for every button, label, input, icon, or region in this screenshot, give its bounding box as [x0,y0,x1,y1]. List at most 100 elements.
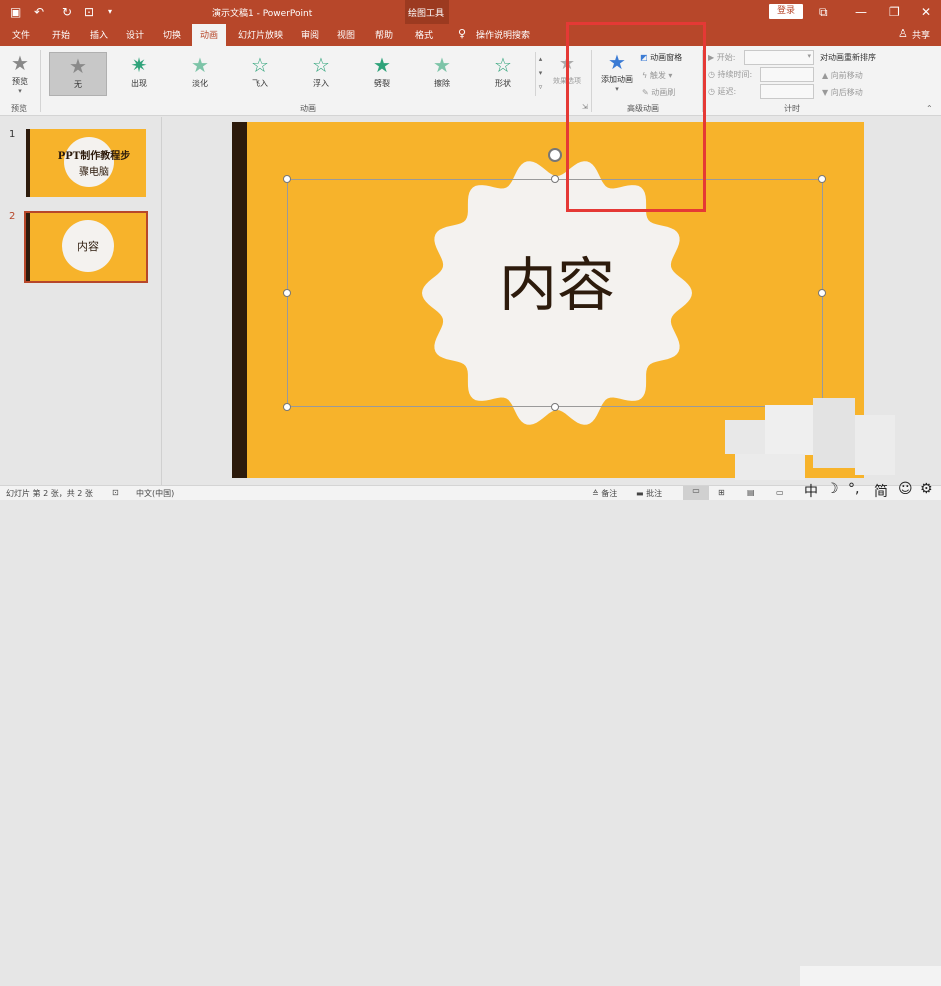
star-icon: ✷ [130,53,148,77]
gallery-scroll[interactable]: ▴ ▾ ▿ [535,52,545,96]
mosaic-block [813,398,855,468]
resize-handle[interactable] [818,289,826,297]
tab-help[interactable]: 帮助 [375,28,393,41]
selection-box [287,179,823,407]
rotate-handle-icon[interactable] [548,148,562,162]
close-icon[interactable]: ✕ [921,5,931,19]
animation-appear[interactable]: ✷ 出现 [110,52,168,96]
thumbnail-number: 2 [9,211,16,222]
language-indicator[interactable]: 中文(中国) [136,488,174,499]
group-label-timing: 计时 [784,104,800,113]
contextual-tab-group-label: 绘图工具 [408,9,445,19]
down-arrow-icon: ▼ [822,88,831,97]
ribbon-display-options-icon[interactable]: ⧉ [819,5,828,20]
animation-wipe[interactable]: ★ 擦除 [413,52,471,96]
star-icon: ★ [373,53,391,77]
tab-design[interactable]: 设计 [126,28,144,41]
star-icon: ☆ [312,53,330,77]
resize-handle[interactable] [551,175,559,183]
tab-transitions[interactable]: 切换 [163,28,181,41]
move-earlier-button[interactable]: ▲ 向前移动 [822,70,863,81]
delay-field[interactable] [760,84,814,99]
settings-gear-icon[interactable]: ⚙ [920,481,933,497]
undo-icon[interactable]: ↶ [34,5,44,19]
notes-button[interactable]: ≙ 备注 [592,488,617,499]
preview-button[interactable]: ★ 预览 ▾ [4,50,36,96]
collapse-ribbon-icon[interactable]: ⌃ [926,104,933,113]
moon-icon[interactable]: ☽ [826,481,839,497]
resize-handle[interactable] [818,175,826,183]
tab-home[interactable]: 开始 [52,28,70,41]
animation-label: 擦除 [434,79,450,88]
punctuation-icon[interactable]: °, [848,481,859,497]
group-label-animations: 动画 [300,104,316,113]
thumbnail-number: 1 [9,129,16,140]
animation-fade[interactable]: ★ 淡化 [171,52,229,96]
minimize-icon[interactable]: — [855,5,867,19]
preview-star-icon: ★ [11,51,29,75]
login-button[interactable]: 登录 [769,4,803,19]
start-select[interactable]: ▾ [744,50,814,65]
duration-field[interactable] [760,67,814,82]
animation-label: 浮入 [313,79,329,88]
up-arrow-icon: ▲ [822,71,831,80]
redo-icon[interactable]: ↻ [62,5,72,19]
tab-file[interactable]: 文件 [12,28,30,41]
animation-none[interactable]: ★ 无 [49,52,107,96]
resize-handle[interactable] [283,175,291,183]
tell-me-search[interactable]: 操作说明搜索 [476,28,530,41]
move-later-button[interactable]: ▼ 向后移动 [822,87,863,98]
normal-view-icon[interactable]: ▭ [683,486,709,500]
title-bar: ▣ ↶ ↻ ⊡ ▾ 演示文稿1 - PowerPoint 绘图工具 登录 ⧉ —… [0,0,941,46]
restore-icon[interactable]: ❐ [889,5,900,19]
star-icon: ★ [191,53,209,77]
chevron-down-icon[interactable]: ▾ [807,52,811,60]
tab-slide-show[interactable]: 幻灯片放映 [238,28,283,41]
animation-fly-in[interactable]: ☆ 飞入 [231,52,289,96]
customize-quick-access-icon[interactable]: ▾ [108,7,112,16]
slideshow-icon[interactable]: ▭ [776,488,784,497]
reading-view-icon[interactable]: ▤ [747,488,755,497]
comments-label: 批注 [646,489,663,498]
ribbon-tabs: 文件 开始 插入 设计 切换 动画 幻灯片放映 审阅 视图 帮助 格式 ♀ 操作… [0,24,941,46]
slide-thumbnail-1[interactable]: PPT制作教程步 骤电脑 [26,129,146,197]
animation-float-in[interactable]: ☆ 浮入 [292,52,350,96]
start-from-beginning-icon[interactable]: ⊡ [84,5,94,19]
chevron-up-icon[interactable]: ▴ [536,52,545,66]
share-button[interactable]: 共享 [912,28,930,41]
resize-handle[interactable] [283,403,291,411]
animation-split[interactable]: ★ 劈裂 [353,52,411,96]
ime-mode-chinese[interactable]: 中 [804,481,818,501]
thumbnail-title-line2: 骤电脑 [79,167,109,178]
thumbnail-text: 内容 [77,240,99,253]
slide-thumbnail-2[interactable]: 内容 [24,211,148,283]
tab-insert[interactable]: 插入 [90,28,108,41]
resize-handle[interactable] [551,403,559,411]
status-bar: 幻灯片 第 2 张，共 2 张 ⊡ 中文(中国) ≙ 备注 ▬ 批注 ▭ ⊞ ▤… [0,481,941,986]
chevron-down-icon[interactable]: ▾ [536,66,545,80]
tab-review[interactable]: 审阅 [301,28,319,41]
tab-format[interactable]: 格式 [415,28,433,41]
move-earlier-label: 向前移动 [830,71,863,80]
reorder-label: 对动画重新排序 [820,53,876,62]
ime-toolbar [800,966,941,986]
thumbnail-title-line1: PPT制作教程步 [57,151,131,162]
tab-animations[interactable]: 动画 [192,24,227,46]
slide-side-bar [232,122,247,478]
thumbnail-badge [64,137,114,187]
mosaic-block [765,405,813,455]
emoji-icon[interactable]: ☺ [898,481,913,497]
slide-thumbnail-pane: 1 PPT制作教程步 骤电脑 2 内容 [0,117,162,485]
group-label-preview: 预览 [11,104,27,113]
start-label: ▶ 开始: [708,52,735,63]
comments-button[interactable]: ▬ 批注 [636,488,662,499]
tab-view[interactable]: 视图 [337,28,355,41]
ime-simplified[interactable]: 简 [874,481,888,501]
accessibility-icon[interactable]: ⊡ [112,488,119,497]
save-icon[interactable]: ▣ [10,5,21,19]
notes-icon: ≙ [592,489,602,498]
resize-handle[interactable] [283,289,291,297]
slide-sorter-icon[interactable]: ⊞ [718,488,725,497]
animation-shape[interactable]: ☆ 形状 [474,52,532,96]
gallery-more-icon[interactable]: ▿ [536,80,545,94]
